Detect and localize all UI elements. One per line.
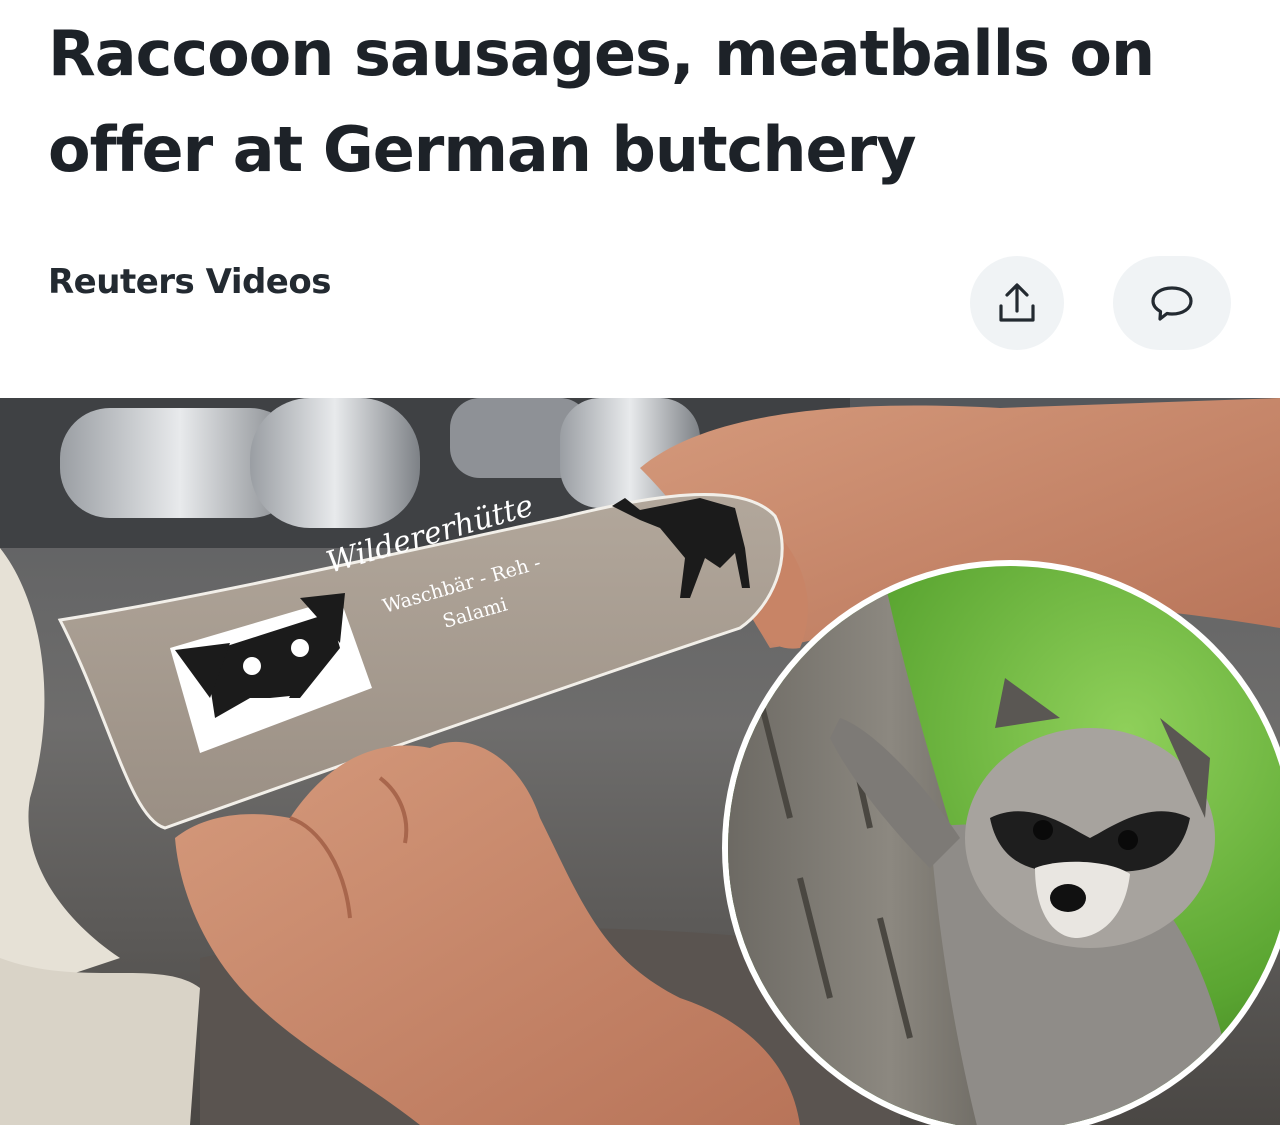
- share-button[interactable]: [970, 256, 1064, 350]
- comment-icon: [1149, 283, 1195, 323]
- share-icon: [996, 280, 1038, 326]
- article-photo[interactable]: Wildererhütte Waschbär - Reh - Salami: [0, 398, 1280, 1125]
- headline: Raccoon sausages, meatballs on offer at …: [48, 17, 1155, 186]
- source-name[interactable]: Reuters Videos: [48, 262, 331, 302]
- comment-button[interactable]: [1113, 256, 1231, 350]
